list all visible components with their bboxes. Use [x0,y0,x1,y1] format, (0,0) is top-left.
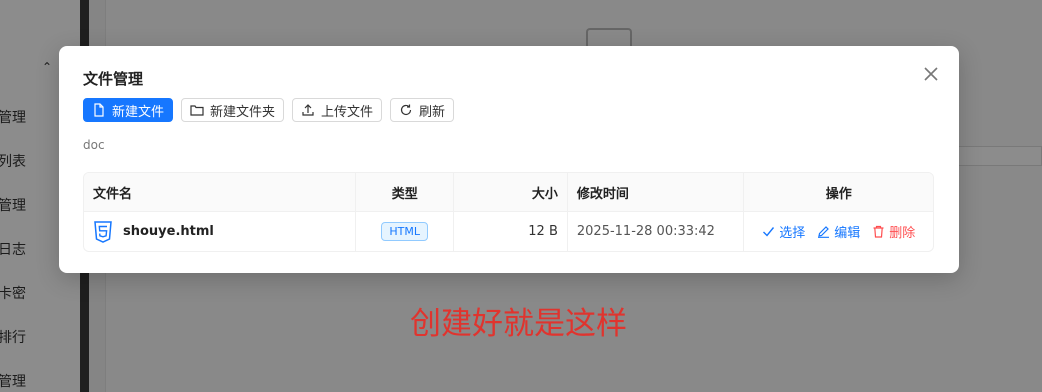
file-manager-modal: 文件管理 新建文件 新建文件夹 上传文件 刷新 doc 文件名 类型 大小 修改… [59,46,959,273]
folder-icon [190,105,204,116]
select-label: 选择 [779,226,806,241]
close-button[interactable] [921,64,941,84]
file-icon [94,103,104,117]
trash-icon [873,225,884,238]
close-icon [924,67,938,81]
new-file-label: 新建文件 [112,104,165,120]
file-modified: 2025-11-28 00:33:42 [568,212,745,251]
edit-button[interactable]: 编辑 [817,222,860,241]
select-button[interactable]: 选择 [762,222,805,241]
upload-label: 上传文件 [321,104,374,120]
upload-icon [302,104,314,116]
table-header-row: 文件名 类型 大小 修改时间 操作 [84,173,933,212]
edit-icon [818,226,830,238]
refresh-icon [400,104,412,116]
check-icon [763,227,775,237]
table-row: shouye.html HTML 12 B 2025-11-28 00:33:4… [84,212,933,251]
new-file-button[interactable]: 新建文件 [83,98,174,122]
header-modified: 修改时间 [568,173,745,211]
html5-icon [94,220,112,243]
header-type: 类型 [356,173,455,211]
annotation-caption: 创建好就是这样 [410,306,627,342]
modal-title: 文件管理 [83,70,144,88]
file-name-cell: shouye.html [84,212,357,251]
current-path: doc [83,138,105,152]
refresh-label: 刷新 [419,104,446,120]
file-actions-cell: 选择 编辑 删除 [744,212,933,251]
refresh-button[interactable]: 刷新 [390,98,455,122]
delete-button[interactable]: 删除 [872,222,915,241]
header-size: 大小 [454,173,568,211]
delete-label: 删除 [889,226,916,241]
toolbar: 新建文件 新建文件夹 上传文件 刷新 [83,98,455,122]
file-name[interactable]: shouye.html [123,224,214,239]
file-type-cell: HTML [356,212,455,251]
file-size: 12 B [454,212,568,251]
header-actions: 操作 [825,186,852,202]
upload-button[interactable]: 上传文件 [292,98,383,122]
new-folder-button[interactable]: 新建文件夹 [181,98,285,122]
header-name: 文件名 [84,173,357,211]
file-type-badge: HTML [381,222,429,241]
file-table: 文件名 类型 大小 修改时间 操作 shouye.html HTML 12 B … [83,172,934,252]
new-folder-label: 新建文件夹 [210,104,276,120]
edit-label: 编辑 [834,226,861,241]
